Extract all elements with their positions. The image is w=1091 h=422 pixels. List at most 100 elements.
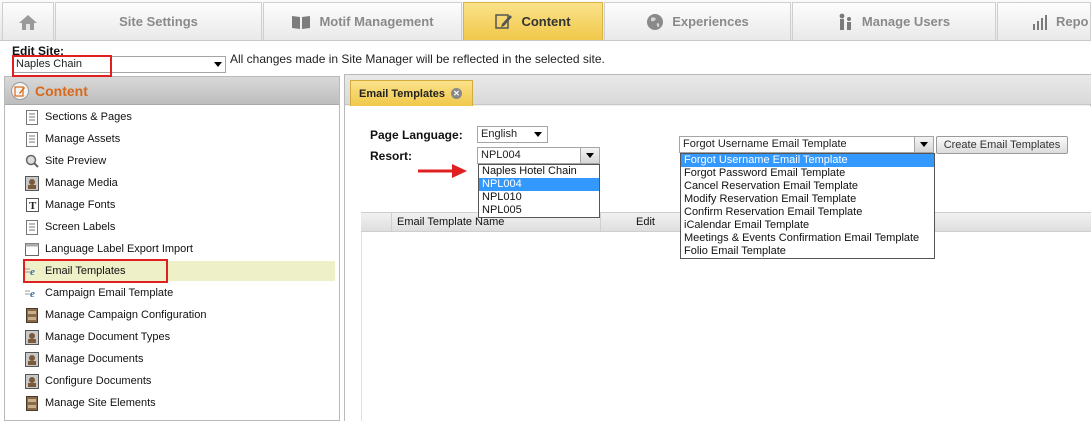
sidebar-item-campaign-email-template[interactable]: e Campaign Email Template: [25, 283, 337, 303]
email-template-value: Forgot Username Email Template: [683, 138, 847, 150]
top-navigation-bar: Site Settings Motif Management Content E…: [0, 0, 1091, 41]
sidebar-item-label: Manage Campaign Configuration: [45, 309, 207, 321]
resort-label: Resort:: [370, 149, 413, 163]
media-icon: [25, 175, 39, 191]
sidebar-item-sections-pages[interactable]: Sections & Pages: [25, 107, 337, 127]
home-icon: [19, 14, 37, 30]
sidebar-item-label: Screen Labels: [45, 221, 116, 233]
resort-option[interactable]: NPL010: [479, 191, 599, 204]
sidebar-item-site-preview[interactable]: Site Preview: [25, 151, 337, 171]
template-option[interactable]: Cancel Reservation Email Template: [681, 180, 934, 193]
page-language-label: Page Language:: [370, 128, 463, 142]
site-change-note: All changes made in Site Manager will be…: [230, 52, 605, 66]
tab-home[interactable]: [2, 2, 54, 40]
tab-label: Experiences: [672, 14, 749, 29]
resort-option-selected[interactable]: NPL004: [479, 178, 599, 191]
template-option[interactable]: Meetings & Events Confirmation Email Tem…: [681, 232, 934, 245]
tab-label: Manage Users: [861, 14, 951, 29]
email-template-select[interactable]: Forgot Username Email Template: [679, 136, 934, 153]
svg-text:e: e: [30, 266, 35, 277]
close-icon[interactable]: ✕: [451, 88, 462, 99]
template-option[interactable]: Confirm Reservation Email Template: [681, 206, 934, 219]
chevron-down-icon: [534, 132, 542, 137]
media-icon: [25, 373, 39, 389]
chevron-down-icon[interactable]: [914, 137, 933, 152]
tab-label: Repo: [1056, 14, 1089, 29]
content-sidebar: Content Sections & Pages Manage Assets S…: [4, 76, 340, 421]
sidebar-item-label: Site Preview: [45, 155, 107, 167]
label-icon: [25, 241, 39, 257]
tab-experiences[interactable]: Experiences: [604, 2, 791, 40]
template-option[interactable]: Folio Email Template: [681, 245, 934, 258]
edit-site-value: Naples Chain: [16, 58, 83, 70]
sidebar-item-label: Email Templates: [45, 265, 126, 277]
tab-site-settings[interactable]: Site Settings: [55, 2, 262, 40]
book-icon: [292, 15, 311, 29]
sidebar-item-label: Manage Assets: [45, 133, 121, 145]
red-arrow-icon: [418, 164, 467, 178]
edit-icon: [495, 14, 513, 29]
email-e-icon: e: [25, 285, 39, 301]
sidebar-item-label: Campaign Email Template: [45, 287, 174, 299]
template-option-selected[interactable]: Forgot Username Email Template: [681, 154, 934, 167]
tab-label: Motif Management: [319, 14, 434, 29]
chevron-down-icon[interactable]: [580, 148, 599, 163]
templates-grid-body: [361, 232, 1091, 421]
column-header-edit[interactable]: Edit: [600, 213, 672, 232]
sidebar-item-email-templates[interactable]: e Email Templates: [23, 261, 335, 281]
tab-label: Site Settings: [119, 14, 198, 29]
sidebar-item-manage-fonts[interactable]: T Manage Fonts: [25, 195, 337, 215]
sidebar-item-label: Manage Site Elements: [45, 397, 156, 409]
sidebar-title: Content: [35, 82, 88, 99]
tab-email-templates[interactable]: Email Templates ✕: [350, 80, 473, 106]
magnifier-icon: [25, 153, 39, 169]
sidebar-item-manage-assets[interactable]: Manage Assets: [25, 129, 337, 149]
template-option[interactable]: iCalendar Email Template: [681, 219, 934, 232]
email-e-icon: e: [25, 263, 39, 279]
sidebar-item-manage-media[interactable]: Manage Media: [25, 173, 337, 193]
sidebar-item-label: Manage Fonts: [45, 199, 116, 211]
email-template-dropdown-list: Forgot Username Email Template Forgot Pa…: [680, 153, 935, 259]
sidebar-item-manage-document-types[interactable]: Manage Document Types: [25, 327, 337, 347]
sidebar-item-configure-documents[interactable]: Configure Documents: [25, 371, 337, 391]
template-option[interactable]: Forgot Password Email Template: [681, 167, 934, 180]
cabinet-icon: [25, 307, 39, 323]
create-email-templates-button[interactable]: Create Email Templates: [936, 136, 1068, 154]
page-language-value: English: [481, 128, 518, 140]
sidebar-item-manage-documents[interactable]: Manage Documents: [25, 349, 337, 369]
svg-text:e: e: [30, 288, 35, 299]
tab-label: Content: [521, 14, 571, 29]
edit-site-select[interactable]: Naples Chain: [12, 56, 226, 73]
media-icon: [25, 329, 39, 345]
chevron-down-icon: [214, 62, 222, 67]
sidebar-item-label: Sections & Pages: [45, 111, 132, 123]
tab-motif-management[interactable]: Motif Management: [263, 2, 462, 40]
sidebar-item-label: Configure Documents: [45, 375, 152, 387]
sidebar-item-language-label-export[interactable]: Language Label Export Import: [25, 239, 337, 259]
tab-manage-users[interactable]: Manage Users: [792, 2, 996, 40]
resort-select[interactable]: NPL004: [477, 147, 600, 164]
resort-option[interactable]: Naples Hotel Chain: [479, 165, 599, 178]
sidebar-item-label: Language Label Export Import: [45, 243, 193, 255]
tab-reports[interactable]: Repo: [997, 2, 1091, 40]
resort-value: NPL004: [481, 149, 521, 161]
template-option[interactable]: Modify Reservation Email Template: [681, 193, 934, 206]
sidebar-item-label: Manage Document Types: [45, 331, 171, 343]
resort-option[interactable]: NPL005: [479, 204, 599, 217]
page-icon: [25, 131, 39, 147]
sidebar-header: Content: [5, 77, 339, 105]
main-tab-strip: Email Templates ✕: [345, 75, 1091, 106]
tab-content[interactable]: Content: [463, 2, 603, 40]
report-chart-icon: [1033, 14, 1047, 30]
sidebar-item-manage-site-elements[interactable]: Manage Site Elements: [25, 393, 337, 413]
sidebar-item-screen-labels[interactable]: Screen Labels: [25, 217, 337, 237]
sidebar-item-label: Manage Media: [45, 177, 118, 189]
sidebar-item-manage-campaign-configuration[interactable]: Manage Campaign Configuration: [25, 305, 337, 325]
page-icon: [25, 219, 39, 235]
resort-dropdown-list: Naples Hotel Chain NPL004 NPL010 NPL005: [478, 164, 600, 218]
page-language-select[interactable]: English: [477, 126, 548, 143]
cabinet-icon: [25, 395, 39, 411]
tab-label: Email Templates: [359, 87, 445, 100]
svg-text:T: T: [29, 200, 37, 212]
users-icon: [839, 13, 851, 30]
